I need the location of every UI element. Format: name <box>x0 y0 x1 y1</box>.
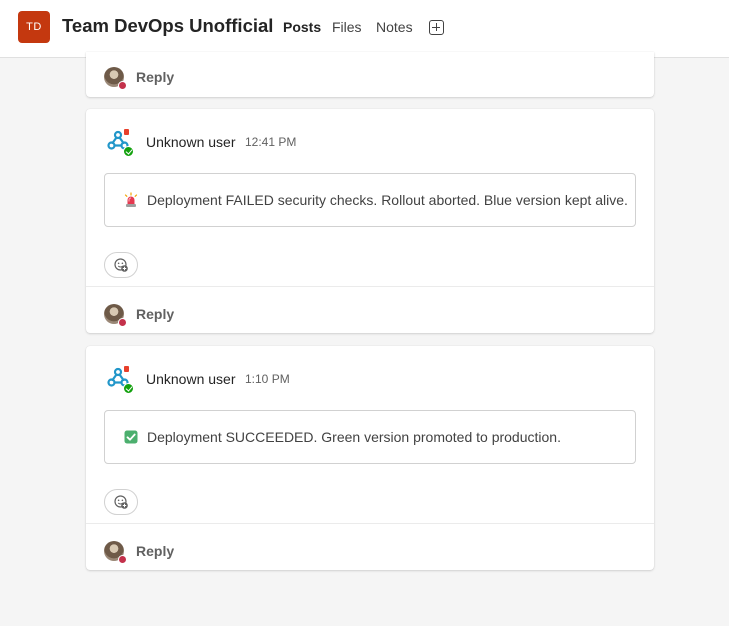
add-reaction-button[interactable] <box>104 489 138 515</box>
reply-button[interactable]: Reply <box>86 54 654 100</box>
author-name[interactable]: Unknown user <box>146 371 236 387</box>
check-mark-button-icon <box>124 430 138 444</box>
reply-button[interactable]: Reply <box>86 528 654 574</box>
team-name: Team DevOps Unofficial <box>62 15 274 36</box>
tab-files[interactable]: Files <box>332 19 362 35</box>
add-tab-icon[interactable] <box>429 20 444 35</box>
reply-button[interactable]: Reply <box>86 291 654 337</box>
emoji-add-icon <box>114 495 128 509</box>
reply-label: Reply <box>136 306 175 322</box>
timestamp: 12:41 PM <box>245 135 297 149</box>
post-card: Unknown user 12:41 PM Deployment FAILED … <box>86 109 654 333</box>
rotating-light-icon <box>124 192 138 207</box>
channel-header: TD Team DevOps Unofficial Posts Files No… <box>0 0 729 58</box>
message-text: Deployment FAILED security checks. Rollo… <box>147 192 628 208</box>
avatar <box>104 67 127 90</box>
bot-avatar <box>104 364 134 394</box>
add-reaction-button[interactable] <box>104 252 138 278</box>
message-body: Deployment FAILED security checks. Rollo… <box>104 173 636 227</box>
busy-status-icon <box>118 555 127 564</box>
timestamp: 1:10 PM <box>245 372 290 386</box>
reply-label: Reply <box>136 543 175 559</box>
tab-posts[interactable]: Posts <box>283 19 321 35</box>
available-status-icon <box>123 146 134 157</box>
author-name[interactable]: Unknown user <box>146 134 236 150</box>
available-status-icon <box>123 383 134 394</box>
tab-notes[interactable]: Notes <box>376 19 413 35</box>
reply-label: Reply <box>136 69 175 85</box>
avatar <box>104 304 127 327</box>
divider <box>86 286 654 287</box>
emoji-add-icon <box>114 258 128 272</box>
avatar <box>104 541 127 564</box>
bot-avatar <box>104 127 134 157</box>
busy-status-icon <box>118 318 127 327</box>
team-avatar[interactable]: TD <box>18 11 50 43</box>
message-text: Deployment SUCCEEDED. Green version prom… <box>147 429 561 445</box>
divider <box>86 523 654 524</box>
post-card: Unknown user 1:10 PM Deployment SUCCEEDE… <box>86 346 654 570</box>
message-body: Deployment SUCCEEDED. Green version prom… <box>104 410 636 464</box>
busy-status-icon <box>118 81 127 90</box>
previous-post-card: Reply <box>86 52 654 97</box>
